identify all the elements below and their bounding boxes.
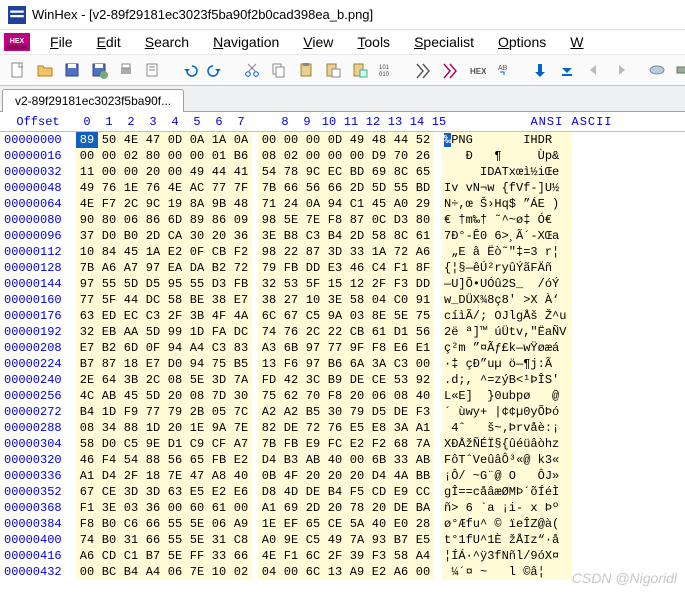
window-title: WinHex - [v2-89f29181ec3023f5ba90f2b0cad… bbox=[32, 7, 373, 22]
menu-w[interactable]: W bbox=[558, 30, 595, 54]
table-row[interactable]: 0000040074B03166555E31C8A09EC5497A93B7E5… bbox=[0, 532, 685, 548]
hex-header: Offset 0123456789101112131415 ANSI ASCII bbox=[0, 112, 685, 132]
menu-options[interactable]: Options bbox=[486, 30, 558, 54]
table-row[interactable]: 00000384F8B0C666555E06A91EEF65CE5A40E028… bbox=[0, 516, 685, 532]
toolbar: 101010 HEX AB i bbox=[0, 54, 685, 86]
paste-new-icon[interactable] bbox=[348, 58, 372, 82]
back-icon[interactable] bbox=[582, 58, 606, 82]
app-icon bbox=[8, 6, 26, 24]
menu-navigation[interactable]: Navigation bbox=[201, 30, 291, 54]
table-row[interactable]: 0000014497555DD59555D3FB32535F15122FF3DD… bbox=[0, 276, 685, 292]
table-row[interactable]: 000001287BA6A797EADAB27279FBDDE346C4F18F… bbox=[0, 260, 685, 276]
file-tab[interactable]: v2-89f29181ec3023f5ba90f... bbox=[2, 89, 184, 112]
offset-header: Offset bbox=[0, 115, 76, 129]
table-row[interactable]: 0000032046F454885665FBE2D4B3AB40006B33AB… bbox=[0, 452, 685, 468]
copy-icon[interactable] bbox=[267, 58, 291, 82]
table-row[interactable]: 00000368F13E033600606100A1692D207820DEBA… bbox=[0, 500, 685, 516]
svg-text:010: 010 bbox=[379, 72, 390, 78]
menu-file[interactable]: File bbox=[38, 30, 85, 54]
goto-icon[interactable] bbox=[528, 58, 552, 82]
menu-view[interactable]: View bbox=[291, 30, 345, 54]
table-row[interactable]: 000001121084451AE20FCBF29822873D331A72A6… bbox=[0, 244, 685, 260]
new-icon[interactable] bbox=[6, 58, 30, 82]
table-row[interactable]: 000002402E643B2C085E3D7AFD423CB9DECE5392… bbox=[0, 372, 685, 388]
svg-text:HEX: HEX bbox=[10, 38, 25, 45]
find-text-icon[interactable] bbox=[411, 58, 435, 82]
menu-tools[interactable]: Tools bbox=[345, 30, 402, 54]
table-row[interactable]: 00000032110000200049444154789CECBD698C65… bbox=[0, 164, 685, 180]
table-row[interactable]: 0000043200BCB4A4067E100204006C13A9E2A600… bbox=[0, 564, 685, 580]
app-logo: HEX bbox=[4, 33, 30, 51]
redo-icon[interactable] bbox=[204, 58, 228, 82]
svg-text:HEX: HEX bbox=[470, 67, 486, 76]
open-icon[interactable] bbox=[33, 58, 57, 82]
table-row[interactable]: 00000416A6CDC1B75EFF33664EF16C2F39F358A4… bbox=[0, 548, 685, 564]
menu-specialist[interactable]: Specialist bbox=[402, 30, 486, 54]
table-row[interactable]: 00000224B78718E7D09475B513F697B66A3AC300… bbox=[0, 356, 685, 372]
table-row[interactable]: 0000000089504E470D0A1A0A0000000D49484452… bbox=[0, 132, 685, 148]
table-row[interactable]: 0000035267CE3D3D63E5E2E6D84DDEB4F5CDE9CC… bbox=[0, 484, 685, 500]
svg-text:101: 101 bbox=[379, 65, 390, 71]
table-row[interactable]: 00000208E7B26D0F94A4C383A36B97779FF8E6E1… bbox=[0, 340, 685, 356]
forward-icon[interactable] bbox=[609, 58, 633, 82]
table-row[interactable]: 00000272B41DF977792B057CA2A2B53079D5DEF3… bbox=[0, 404, 685, 420]
hex-body[interactable]: 0000000089504E470D0A1A0A0000000D49484452… bbox=[0, 132, 685, 580]
table-row[interactable]: 0000001600000280000001B60802000000D97026… bbox=[0, 148, 685, 164]
print-icon[interactable] bbox=[114, 58, 138, 82]
ram-icon[interactable] bbox=[672, 58, 685, 82]
tabbar: v2-89f29181ec3023f5ba90f... bbox=[0, 86, 685, 112]
save-as-icon[interactable] bbox=[87, 58, 111, 82]
find-hex-icon[interactable] bbox=[438, 58, 462, 82]
disk-icon[interactable] bbox=[645, 58, 669, 82]
table-row[interactable]: 0000017663EDECC32F3B4F4A6C67C59A038E5E75… bbox=[0, 308, 685, 324]
table-row[interactable]: 0000019232EBAA5D991DFADC74762C22CB61D156… bbox=[0, 324, 685, 340]
table-row[interactable]: 00000336A1D42F187E47A8400B4F202020D44ABB… bbox=[0, 468, 685, 484]
save-icon[interactable] bbox=[60, 58, 84, 82]
goto-end-icon[interactable] bbox=[555, 58, 579, 82]
replace-icon[interactable]: AB bbox=[492, 58, 516, 82]
menu-edit[interactable]: Edit bbox=[85, 30, 133, 54]
table-row[interactable]: 000002564CAB455D20087D30756270F820060840… bbox=[0, 388, 685, 404]
table-row[interactable]: 00000160775F44DC58BE38E73827103E5804C091… bbox=[0, 292, 685, 308]
table-row[interactable]: 000000644EF72C9C198A9B4871240A94C145A029… bbox=[0, 196, 685, 212]
table-row[interactable]: 0000004849761E764EAC777F7B6656662D5D55BD… bbox=[0, 180, 685, 196]
properties-icon[interactable] bbox=[141, 58, 165, 82]
undo-icon[interactable] bbox=[177, 58, 201, 82]
block-icon[interactable]: 101010 bbox=[375, 58, 399, 82]
titlebar: WinHex - [v2-89f29181ec3023f5ba90f2b0cad… bbox=[0, 0, 685, 30]
cut-icon[interactable] bbox=[240, 58, 264, 82]
svg-text:AB: AB bbox=[498, 65, 508, 72]
menu-search[interactable]: Search bbox=[133, 30, 201, 54]
ascii-header: ANSI ASCII bbox=[450, 115, 685, 129]
table-row[interactable]: 000002880834881D201E9A7E82DE7276E5E83AA1… bbox=[0, 420, 685, 436]
paste-icon[interactable] bbox=[321, 58, 345, 82]
table-row[interactable]: 0000030458D0C59ED1C9CFA77BFBE9FCE2F2687A… bbox=[0, 436, 685, 452]
clipboard-icon[interactable] bbox=[294, 58, 318, 82]
table-row[interactable]: 0000009637D0B02DCA3020363EB8C3B42D588C61… bbox=[0, 228, 685, 244]
search-again-icon[interactable]: HEX bbox=[465, 58, 489, 82]
menubar: HEX FileEditSearchNavigationViewToolsSpe… bbox=[0, 30, 685, 54]
table-row[interactable]: 00000080908006866D898609985E7EF8870CD380… bbox=[0, 212, 685, 228]
